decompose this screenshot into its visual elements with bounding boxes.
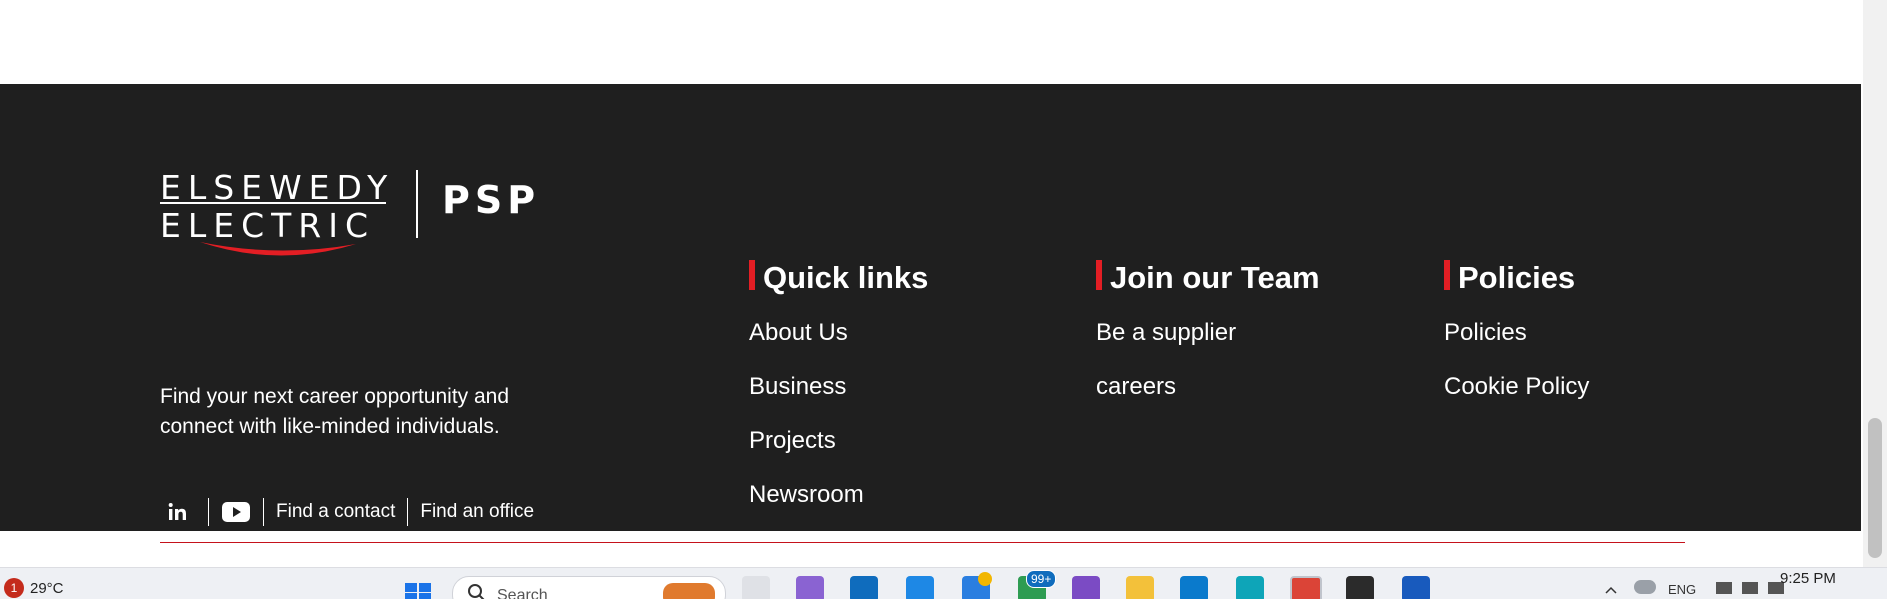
quick-links-column: Quick links About Us Business Projects N… [749,258,928,298]
quick-links-title: Quick links [763,260,928,295]
chrome-icon[interactable] [1290,576,1322,599]
policies-list: Policies Cookie Policy [1444,318,1589,426]
company-logo[interactable]: ELSEWEDY ELECTRIC PSP [160,168,540,278]
find-office-link[interactable]: Find an office [420,501,534,523]
heading-accent-bar [1444,260,1450,290]
language-indicator[interactable]: ENG [1668,582,1696,597]
app-icon-teal[interactable] [1236,576,1264,599]
join-link-careers[interactable]: careers [1096,372,1236,426]
windows-taskbar: 1 29°C Search 99+ ENG [0,567,1887,599]
taskbar-search[interactable]: Search [452,576,726,599]
join-team-heading: Join our Team [1096,258,1320,298]
logo-separator [416,170,418,238]
visual-studio-icon[interactable] [1072,576,1100,599]
social-separator [263,498,264,526]
word-icon[interactable] [1402,576,1430,599]
policy-link-cookie[interactable]: Cookie Policy [1444,372,1589,426]
logo-suffix: PSP [442,178,540,222]
heading-accent-bar [749,260,755,290]
logo-divider-line [160,202,386,204]
quick-link-projects[interactable]: Projects [749,426,864,480]
heading-accent-bar [1096,260,1102,290]
social-separator [407,498,408,526]
copilot-icon[interactable] [796,576,824,599]
site-footer: ELSEWEDY ELECTRIC PSP Find your next car… [0,84,1861,531]
vscode-icon[interactable] [1180,576,1208,599]
page-scrollbar[interactable] [1863,0,1887,567]
policies-column: Policies Policies Cookie Policy [1444,258,1575,298]
network-icon[interactable] [1634,580,1656,594]
task-view-icon[interactable] [742,576,770,599]
find-contact-link[interactable]: Find a contact [276,501,395,523]
linkedin-icon[interactable] [160,498,196,526]
edge-notification-dot [978,572,992,586]
footer-tagline: Find your next career opportunity and co… [160,382,520,442]
logo-swoosh-icon [198,238,358,262]
scrollbar-thumb[interactable] [1868,418,1882,558]
quick-link-about-us[interactable]: About Us [749,318,864,372]
volume-icon[interactable] [1742,582,1758,594]
policy-link-policies[interactable]: Policies [1444,318,1589,372]
search-icon [467,583,487,599]
weather-widget[interactable]: 1 29°C [4,578,64,598]
store-icon[interactable] [850,576,878,599]
wifi-icon[interactable] [1716,582,1732,594]
clock-time[interactable]: 9:25 PM [1780,570,1836,587]
footer-divider [160,542,1685,543]
policies-title: Policies [1458,260,1575,295]
search-highlight-icon [663,583,715,599]
search-placeholder: Search [497,587,548,599]
app-icon[interactable] [906,576,934,599]
page-content: ELSEWEDY ELECTRIC PSP Find your next car… [0,0,1863,567]
quick-links-list: About Us Business Projects Newsroom [749,318,864,534]
join-team-list: Be a supplier careers [1096,318,1236,426]
quick-links-heading: Quick links [749,258,928,298]
social-links: Find a contact Find an office [160,498,534,526]
social-separator [208,498,209,526]
file-explorer-icon[interactable] [1126,576,1154,599]
policies-heading: Policies [1444,258,1575,298]
temperature-text: 29°C [30,580,64,597]
join-link-supplier[interactable]: Be a supplier [1096,318,1236,372]
notification-count-badge: 99+ [1026,570,1056,588]
terminal-icon[interactable] [1346,576,1374,599]
weather-alert-badge: 1 [4,578,24,598]
start-icon[interactable] [404,582,434,599]
chevron-up-icon[interactable] [1604,582,1618,592]
join-team-title: Join our Team [1110,260,1320,295]
join-team-column: Join our Team Be a supplier careers [1096,258,1320,298]
quick-link-business[interactable]: Business [749,372,864,426]
youtube-icon[interactable] [221,498,251,526]
quick-link-newsroom[interactable]: Newsroom [749,480,864,534]
